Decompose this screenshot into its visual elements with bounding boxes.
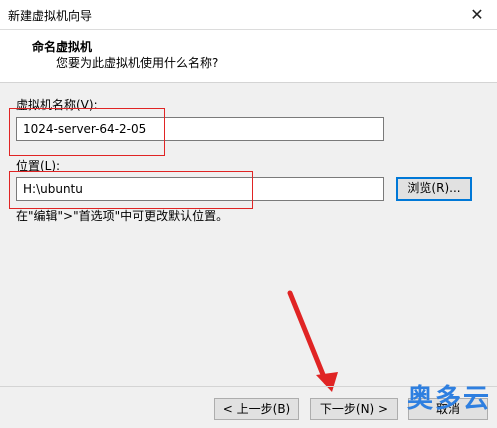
window-title: 新建虚拟机向导 [8,9,93,23]
title-bar: 新建虚拟机向导 ✕ [0,0,497,30]
location-hint: 在"编辑">"首选项"中可更改默认位置。 [16,209,229,223]
annotation-box-location [9,171,253,209]
close-icon[interactable]: ✕ [467,5,487,25]
wizard-header: 命名虚拟机 您要为此虚拟机使用什么名称? [0,30,497,83]
annotation-arrow [287,290,338,392]
annotation-box-name [9,108,165,156]
watermark-logo: 奥多云 [406,384,491,414]
back-button[interactable]: < 上一步(B) [214,398,299,420]
browse-button[interactable]: 浏览(R)... [396,177,472,201]
page-title: 命名虚拟机 [32,40,93,54]
next-button[interactable]: 下一步(N) > [310,398,398,420]
page-subtitle: 您要为此虚拟机使用什么名称? [56,56,219,70]
